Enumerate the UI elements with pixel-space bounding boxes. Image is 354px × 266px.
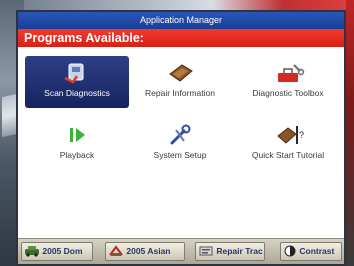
button-contrast[interactable]: Contrast [280,242,342,261]
system-setup-icon [128,124,232,146]
programs-available-heading: Programs Available: [18,29,344,47]
contrast-icon [283,245,299,257]
repair-trac-icon [198,246,216,256]
svg-text:?: ? [299,130,304,140]
car-domestic-icon [24,246,42,257]
repair-information-icon [128,62,232,84]
program-repair-information[interactable]: Repair Information [128,56,232,108]
programs-grid: Scan Diagnostics Repair Information Diag… [18,47,344,207]
program-label: System Setup [153,150,207,160]
program-quick-start-tutorial[interactable]: ? Quick Start Tutorial [236,118,340,170]
program-system-setup[interactable]: System Setup [128,118,232,170]
application-manager-window: Application Manager Programs Available: … [16,10,346,266]
program-playback[interactable]: Playback [25,118,129,170]
playback-icon [25,124,129,146]
button-label: 2005 Dom [42,246,83,256]
program-label: Scan Diagnostics [44,88,110,98]
program-diagnostic-toolbox[interactable]: Diagnostic Toolbox [236,56,340,108]
quick-start-tutorial-icon: ? [236,124,340,146]
diagnostic-toolbox-icon [236,62,340,84]
button-repair-trac[interactable]: Repair Trac [195,242,265,261]
button-2005-asian[interactable]: 2005 Asian [105,242,185,261]
program-label: Playback [59,150,95,160]
button-label: Repair Trac [216,246,263,256]
button-label: 2005 Asian [126,246,171,256]
bottom-toolbar: 2005 Dom 2005 Asian Repair Trac Contrast [18,238,344,264]
program-label: Diagnostic Toolbox [252,88,324,98]
button-label: Contrast [299,246,335,256]
background-scenery-right [346,0,354,266]
program-scan-diagnostics[interactable]: Scan Diagnostics [25,56,129,108]
program-label: Repair Information [145,88,215,98]
scan-diagnostics-icon [25,62,129,84]
button-2005-dom[interactable]: 2005 Dom [21,242,93,261]
window-title: Application Manager [18,12,344,29]
program-label: Quick Start Tutorial [251,150,325,160]
car-asian-icon [108,245,126,256]
